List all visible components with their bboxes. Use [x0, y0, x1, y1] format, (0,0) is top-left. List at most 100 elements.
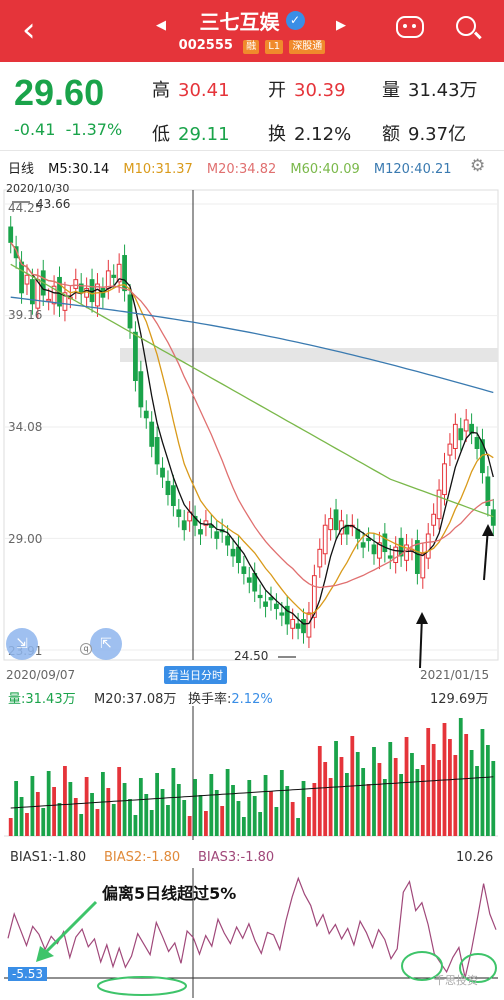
volume-bar [176, 784, 181, 836]
volume-bar [317, 746, 322, 836]
volume-bar [410, 753, 414, 836]
candle-body [452, 423, 458, 449]
volume-bar [57, 803, 62, 836]
volume-bar [464, 734, 469, 836]
volume-bar [241, 817, 246, 836]
candle-body [111, 274, 117, 278]
amount: 额 9.37亿 [382, 124, 467, 145]
volume-bar [388, 742, 393, 836]
candle-body [290, 619, 296, 629]
annotation-text: 偏离5日线超过5% [102, 884, 237, 903]
volume-bar [279, 770, 284, 836]
candle-body [360, 542, 366, 548]
candle-body [246, 577, 252, 583]
candle-body [154, 437, 160, 465]
volume-bar [46, 771, 51, 836]
volume-bar [372, 747, 376, 836]
candle-body [371, 544, 377, 555]
volume-bar [437, 760, 441, 836]
volume-bar [361, 768, 366, 836]
candle-body [214, 531, 220, 539]
axis-label-2: 39.16 [8, 308, 43, 322]
volume-bar [68, 782, 73, 836]
volume-bar [458, 718, 463, 836]
stock-code-row: 002555 融 L1 深股通 [0, 38, 504, 54]
volume-bar [426, 728, 431, 836]
volume-bar [366, 784, 371, 836]
period-selector[interactable]: 日线 [8, 162, 34, 177]
search-icon[interactable] [456, 16, 476, 36]
volume-bar [231, 785, 235, 836]
volume-bar [415, 769, 420, 836]
candle-body [328, 518, 334, 531]
bias-line [7, 876, 497, 978]
volume-bar [204, 811, 208, 836]
bias-min: -5.53 [8, 967, 48, 981]
gear-icon[interactable]: ⚙ [470, 156, 485, 176]
volume-bar [312, 783, 317, 836]
volume-bar [296, 818, 300, 836]
candle-body [165, 480, 171, 496]
volume-bar [334, 741, 338, 836]
stock-title: 三七互娱 ✓ [0, 6, 504, 35]
turnover-rate-panel: 换手率:2.12% [188, 692, 273, 707]
candle-body [257, 594, 263, 599]
ma120-line [10, 296, 494, 394]
candle-body [127, 294, 133, 329]
candle-body [138, 371, 144, 408]
watermark: 千思投资 [434, 974, 478, 987]
ma-legend: 日线 M5:30.14 M10:31.37 M20:34.82 M60:40.0… [8, 158, 462, 177]
volume-bar [90, 793, 94, 836]
candle-body [274, 603, 279, 610]
volume-bar [122, 783, 127, 836]
end-date: 2021/01/15 [420, 668, 490, 682]
volume-bar [263, 775, 268, 836]
ma20-line [10, 242, 494, 589]
candle-body [393, 546, 399, 564]
candle-body [306, 612, 312, 638]
robot-assistant-icon[interactable] [396, 16, 424, 38]
volume-bar [171, 768, 176, 836]
volume: 量 31.43万 [382, 80, 478, 101]
turnover-rate: 换 2.12% [268, 124, 352, 145]
volume-bar [25, 813, 29, 836]
candle-body [8, 226, 14, 243]
volume-bar [469, 750, 474, 836]
candle-body [414, 540, 420, 574]
volume-bar [431, 744, 436, 836]
candle-body [279, 612, 285, 616]
volume-bar [95, 809, 100, 836]
volume-bar [79, 814, 84, 836]
candle-body [420, 553, 426, 579]
zoom-in-icon[interactable]: ⇱ [90, 628, 122, 660]
volume-bar [247, 780, 252, 836]
divider [0, 150, 504, 151]
kline-chart[interactable] [0, 180, 504, 680]
low-marker: 24.50 [234, 649, 269, 663]
volume-bar [290, 802, 295, 836]
timeshare-button[interactable]: 看当日分时 [164, 666, 227, 684]
candle-body [268, 597, 274, 601]
volume-bar [404, 737, 409, 836]
tag-level1: L1 [265, 40, 284, 54]
bias-chart [4, 868, 498, 998]
volume-bar [393, 758, 398, 836]
volume-bar [209, 774, 214, 836]
ma10-label: M10:31.37 [123, 162, 193, 177]
arrow-head [482, 524, 494, 536]
candle-body [333, 509, 339, 531]
volume-bar [258, 812, 263, 836]
volume-bar [149, 810, 154, 836]
volume-bar [475, 766, 479, 836]
zoom-out-icon[interactable]: ⇲ [6, 628, 38, 660]
volume-chart [4, 706, 498, 840]
volume-bar [111, 804, 116, 836]
candle-body [263, 601, 268, 607]
tag-sz-connect: 深股通 [289, 40, 326, 54]
volume-label: 量:31.43万 [8, 692, 76, 707]
volume-bar [328, 778, 333, 836]
candle-body [317, 548, 323, 568]
volume-bar [225, 769, 230, 836]
stock-name: 三七互娱 [199, 10, 280, 34]
volume-bar [19, 797, 24, 836]
